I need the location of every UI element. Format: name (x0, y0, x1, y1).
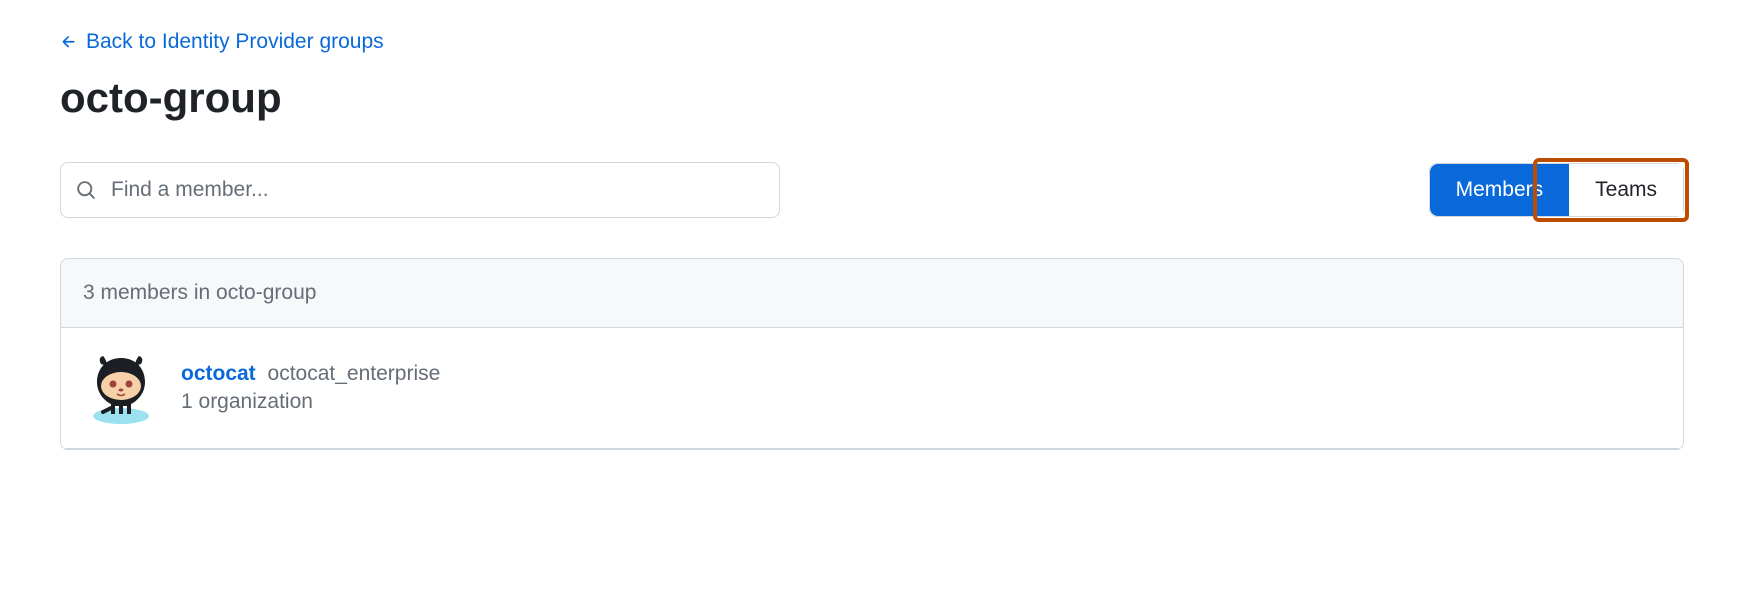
list-header: 3 members in octo-group (61, 259, 1683, 328)
page-title: octo-group (60, 74, 1684, 122)
back-link[interactable]: Back to Identity Provider groups (60, 30, 384, 54)
teams-tab[interactable]: Teams (1569, 164, 1683, 216)
arrow-left-icon (60, 33, 78, 51)
back-link-label: Back to Identity Provider groups (86, 30, 384, 54)
member-info: octocat octocat_enterprise 1 organizatio… (181, 362, 440, 414)
member-meta: 1 organization (181, 390, 440, 414)
toggle-group: Members Teams (1429, 163, 1684, 217)
member-name-line: octocat octocat_enterprise (181, 362, 440, 386)
members-tab[interactable]: Members (1430, 164, 1570, 216)
search-input[interactable] (60, 162, 780, 218)
search-icon (76, 180, 96, 200)
controls-row: Members Teams (60, 162, 1684, 218)
search-wrap (60, 162, 780, 218)
members-list: 3 members in octo-group octocat octocat_… (60, 258, 1684, 450)
member-username[interactable]: octocat (181, 362, 256, 385)
member-fullname: octocat_enterprise (268, 362, 441, 385)
member-row: octocat octocat_enterprise 1 organizatio… (61, 328, 1683, 449)
avatar (83, 350, 159, 426)
